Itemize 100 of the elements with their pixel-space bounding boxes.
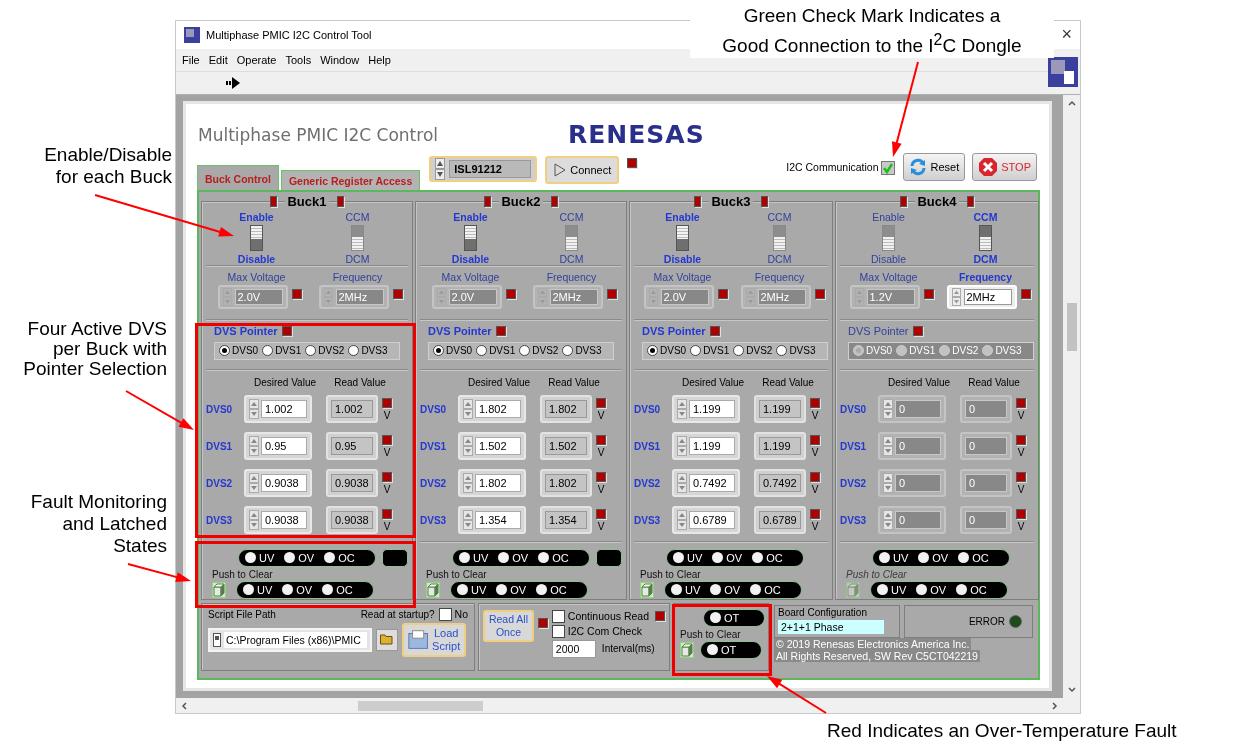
toggle-switch[interactable] <box>676 224 689 251</box>
radio-button[interactable]: DVS0 <box>433 345 473 357</box>
connect-button[interactable]: Connect <box>545 155 620 184</box>
clear-button[interactable] <box>680 641 694 658</box>
load-script-button[interactable]: Load Script <box>402 622 466 657</box>
led-icon <box>709 325 720 336</box>
unit-label: V <box>811 446 819 458</box>
radio-button[interactable]: DVS2 <box>305 345 345 357</box>
toggle-switch[interactable] <box>250 224 263 251</box>
row-label: DVS1 <box>840 440 868 452</box>
unit-label: V <box>597 446 605 458</box>
radio-button[interactable]: DVS3 <box>562 345 602 357</box>
number-field[interactable]: 0.9038 <box>244 469 312 498</box>
led-icon <box>1016 397 1026 408</box>
interval-field[interactable]: 2000 <box>551 639 596 658</box>
spinner-icon[interactable] <box>249 399 259 420</box>
scroll-thumb[interactable] <box>1066 302 1077 351</box>
radio-button[interactable]: DVS2 <box>733 345 773 357</box>
spinner-icon[interactable] <box>463 436 473 457</box>
number-field[interactable]: 1.502 <box>458 432 526 461</box>
scroll-thumb[interactable] <box>358 700 483 711</box>
number-field[interactable]: 1.354 <box>458 506 526 535</box>
radio-button[interactable]: DVS3 <box>776 345 816 357</box>
read-value-field: 0.6789 <box>754 506 806 535</box>
radio-button[interactable]: DVS3 <box>348 345 388 357</box>
led-icon <box>1016 508 1026 519</box>
device-field[interactable]: ISL91212 <box>429 155 538 182</box>
clear-button[interactable] <box>212 581 226 598</box>
checkbox[interactable]: No <box>438 607 468 621</box>
radio-button[interactable]: DVS1 <box>476 345 516 357</box>
led-icon <box>810 508 820 519</box>
scroll-down-icon[interactable] <box>1066 686 1077 694</box>
spinner-icon[interactable] <box>249 473 259 494</box>
toggle-switch[interactable] <box>979 224 992 251</box>
menu-item[interactable]: Operate <box>236 53 277 66</box>
spinner-icon[interactable] <box>249 510 259 531</box>
toggle-switch[interactable] <box>464 224 477 251</box>
spinner-icon[interactable] <box>463 510 473 531</box>
unit-label: V <box>1017 483 1025 495</box>
read-value-field: 1.354 <box>540 506 592 535</box>
dvs-pointer-label: DVS Pointer <box>848 324 909 337</box>
number-field[interactable]: 0.95 <box>244 432 312 461</box>
number-field[interactable]: 0.9038 <box>244 506 312 535</box>
spinner-icon[interactable] <box>249 436 259 457</box>
switch-label: CCM <box>345 210 370 223</box>
spinner-icon[interactable] <box>677 473 687 494</box>
run-arrow-icon[interactable] <box>226 76 240 89</box>
app-icon <box>184 26 200 43</box>
number-field[interactable]: 1.199 <box>672 395 740 424</box>
checkbox[interactable]: I2C Com Check <box>551 624 665 638</box>
number-field[interactable]: 1.002 <box>244 395 312 424</box>
menu-item[interactable]: Help <box>368 53 391 66</box>
read-value-field: 1.199 <box>754 432 806 461</box>
spinner-icon[interactable] <box>677 436 687 457</box>
number-field[interactable]: 0.7492 <box>672 469 740 498</box>
checkbox[interactable]: Continuous Read <box>551 609 649 623</box>
annotation-arrow <box>127 563 191 582</box>
menu-item[interactable]: Window <box>320 53 360 66</box>
clear-button[interactable] <box>640 581 654 598</box>
radio-button[interactable]: DVS1 <box>262 345 302 357</box>
read-value-field: 0.9038 <box>326 469 378 498</box>
number-field[interactable]: 1.802 <box>458 469 526 498</box>
clear-button[interactable] <box>426 581 440 598</box>
reset-button[interactable]: Reset <box>903 152 966 181</box>
close-button[interactable]: × <box>1061 24 1072 46</box>
unit-label: V <box>597 483 605 495</box>
stop-button[interactable]: STOP <box>972 152 1037 181</box>
folder-button[interactable] <box>376 628 398 651</box>
scroll-left-icon[interactable] <box>180 700 188 711</box>
dvs-pointer-label: DVS Pointer <box>428 324 492 337</box>
read-value-field: 1.802 <box>540 469 592 498</box>
number-field[interactable]: 1.199 <box>672 432 740 461</box>
clear-button[interactable] <box>846 581 860 598</box>
scroll-right-icon[interactable] <box>1051 700 1059 711</box>
radio-button[interactable]: DVS0 <box>647 345 687 357</box>
switch-label: CCM <box>973 210 998 223</box>
menu-item[interactable]: Edit <box>208 53 228 66</box>
path-field[interactable]: C:\Program Files (x86)\PMIC <box>208 627 372 652</box>
read-all-once-button[interactable]: Read All Once <box>483 609 534 642</box>
spinner-icon[interactable] <box>677 399 687 420</box>
spinner-icon[interactable] <box>677 510 687 531</box>
column-header: Read Value <box>547 376 601 390</box>
spinner-icon[interactable] <box>463 473 473 494</box>
setting-label: Max Voltage <box>653 270 712 283</box>
spinner-icon[interactable] <box>463 399 473 420</box>
spinner-icon[interactable] <box>435 157 446 180</box>
radio-button[interactable]: DVS0 <box>219 345 259 357</box>
setting-label: Max Voltage <box>227 270 286 283</box>
menu-item[interactable]: File <box>182 53 200 66</box>
number-field[interactable]: 2MHz <box>946 284 1017 309</box>
number-field[interactable]: 0.6789 <box>672 506 740 535</box>
menu-item[interactable]: Tools <box>285 53 312 66</box>
radio-button[interactable]: DVS1 <box>690 345 730 357</box>
switch-label: Disable <box>663 252 702 265</box>
radio-button[interactable]: DVS2 <box>519 345 559 357</box>
number-field[interactable]: 1.802 <box>458 395 526 424</box>
row-label: DVS1 <box>206 440 234 452</box>
window-title: Multiphase PMIC I2C Control Tool <box>206 28 372 41</box>
scroll-up-icon[interactable] <box>1066 98 1077 107</box>
board-configuration-label: Board Configuration <box>778 606 868 618</box>
